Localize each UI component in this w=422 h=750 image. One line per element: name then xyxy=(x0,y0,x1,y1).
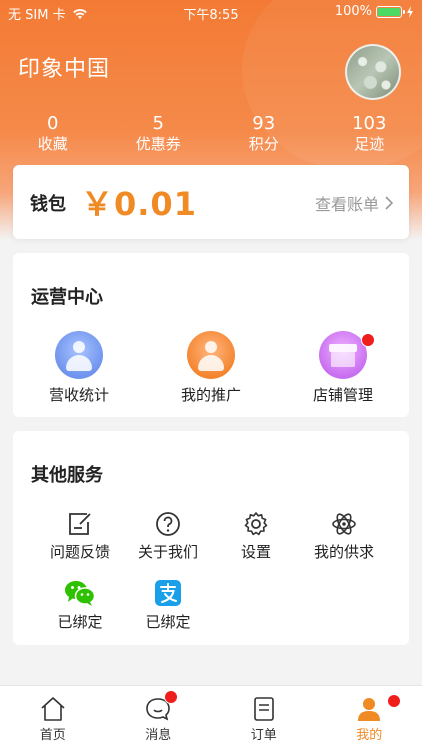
atom-icon xyxy=(332,513,356,535)
stat-favorites[interactable]: 0 收藏 xyxy=(0,114,106,158)
stat-footprints[interactable]: 103 足迹 xyxy=(317,114,422,158)
operations-card: 运营中心 营收统计 我的推广 店铺管理 xyxy=(13,253,409,417)
message-badge xyxy=(163,690,178,704)
revenue-stats-button[interactable]: 营收统计 xyxy=(19,331,139,405)
ops-label: 我的推广 xyxy=(180,386,241,404)
my-promotion-button[interactable]: 我的推广 xyxy=(151,331,271,405)
gear-icon xyxy=(244,512,268,536)
services-title: 其他服务 xyxy=(31,465,103,486)
stat-label: 优惠券 xyxy=(135,135,181,153)
service-label: 已绑定 xyxy=(57,613,103,631)
ops-label: 营收统计 xyxy=(48,386,109,404)
view-bill-label: 查看账单 xyxy=(314,195,379,214)
avatar[interactable] xyxy=(345,44,401,100)
feedback-icon xyxy=(69,513,91,535)
ops-label: 店铺管理 xyxy=(312,386,373,404)
stat-value: 5 xyxy=(152,113,164,134)
shop-name: 印象中国 xyxy=(18,57,111,82)
status-bar: 无 SIM 卡 下午8:55 100% xyxy=(0,0,422,24)
tab-orders[interactable]: 订单 xyxy=(211,686,317,750)
my-supply-demand-button[interactable]: 我的供求 xyxy=(299,511,389,562)
notification-badge xyxy=(361,333,375,347)
battery-percent: 100% xyxy=(334,4,372,19)
shop-management-button[interactable]: 店铺管理 xyxy=(283,331,403,405)
view-bill-link[interactable]: 查看账单 xyxy=(315,191,393,215)
tab-label: 消息 xyxy=(145,728,172,743)
wechat-icon xyxy=(65,581,96,606)
battery-icon xyxy=(376,5,405,18)
tab-label: 订单 xyxy=(250,728,277,743)
stat-label: 积分 xyxy=(248,135,279,153)
stat-value: 103 xyxy=(352,113,387,134)
tab-home[interactable]: 首页 xyxy=(0,686,106,750)
tab-profile[interactable]: 我的 xyxy=(317,686,422,750)
wallet-label: 钱包 xyxy=(30,194,66,215)
settings-button[interactable]: 设置 xyxy=(211,511,301,562)
other-services-card: 其他服务 问题反馈 关于我们 设置 我的供求 已绑定 已绑定 xyxy=(13,431,409,645)
service-label: 我的供求 xyxy=(313,543,374,561)
order-icon xyxy=(253,697,274,721)
profile-icon xyxy=(358,698,381,721)
wechat-bind-button[interactable]: 已绑定 xyxy=(35,579,125,632)
promotion-icon xyxy=(187,331,235,379)
charging-icon xyxy=(407,5,413,18)
shop-icon xyxy=(319,331,367,379)
service-label: 设置 xyxy=(240,543,271,561)
feedback-button[interactable]: 问题反馈 xyxy=(35,511,125,562)
wallet-amount: ￥0.01 xyxy=(81,185,197,223)
operations-title: 运营中心 xyxy=(31,287,103,308)
tab-label: 首页 xyxy=(39,728,66,743)
home-icon xyxy=(41,697,65,721)
profile-badge xyxy=(386,694,401,708)
alipay-bind-button[interactable]: 已绑定 xyxy=(123,579,213,632)
tab-messages[interactable]: 消息 xyxy=(106,686,212,750)
revenue-icon xyxy=(55,331,103,379)
question-icon xyxy=(156,512,180,536)
status-right: 100% xyxy=(335,4,414,19)
service-label: 问题反馈 xyxy=(49,543,110,561)
stat-points[interactable]: 93 积分 xyxy=(211,114,317,158)
chevron-right-icon xyxy=(385,196,393,210)
wallet-card: 钱包 ￥0.01 查看账单 xyxy=(13,165,409,239)
stat-value: 93 xyxy=(252,113,276,134)
alipay-icon xyxy=(155,580,181,606)
stat-label: 收藏 xyxy=(37,135,68,153)
tab-label: 我的 xyxy=(356,728,383,743)
stats-row: 0 收藏 5 优惠券 93 积分 103 足迹 xyxy=(0,114,422,158)
tab-bar: 首页 消息 订单 我的 xyxy=(0,685,422,750)
stat-label: 足迹 xyxy=(354,135,385,153)
stat-coupons[interactable]: 5 优惠券 xyxy=(106,114,212,158)
about-us-button[interactable]: 关于我们 xyxy=(123,511,213,562)
service-label: 关于我们 xyxy=(137,543,198,561)
service-label: 已绑定 xyxy=(145,613,191,631)
stat-value: 0 xyxy=(47,113,59,134)
